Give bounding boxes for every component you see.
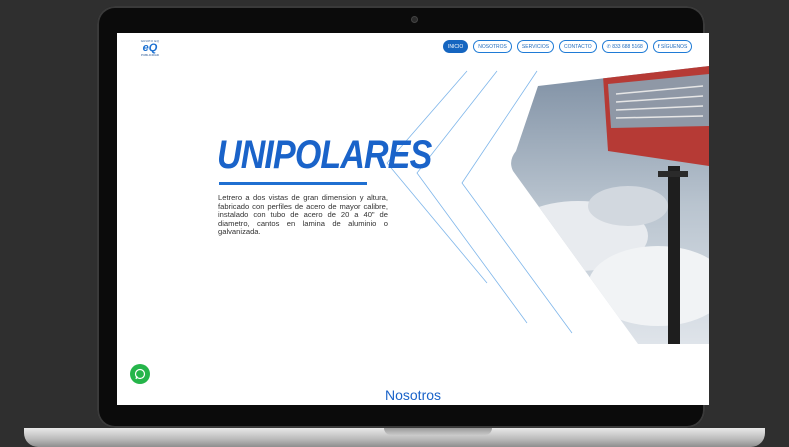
section-title-nosotros: Nosotros xyxy=(385,387,442,403)
hero-description: Letrero a dos vistas de gran dimension y… xyxy=(218,193,388,237)
laptop-base xyxy=(24,428,765,447)
laptop-notch xyxy=(384,428,492,435)
camera-dot xyxy=(412,17,417,22)
hero-underline xyxy=(219,182,367,185)
whatsapp-icon xyxy=(134,368,146,380)
billboard-photo xyxy=(511,66,709,344)
whatsapp-button[interactable] xyxy=(130,364,150,384)
browser-viewport: GRUPO EQ eQ PUBLICIDAD INICIO NOSOTROS S… xyxy=(117,33,709,405)
hero-title: UNIPOLARES xyxy=(217,133,432,177)
